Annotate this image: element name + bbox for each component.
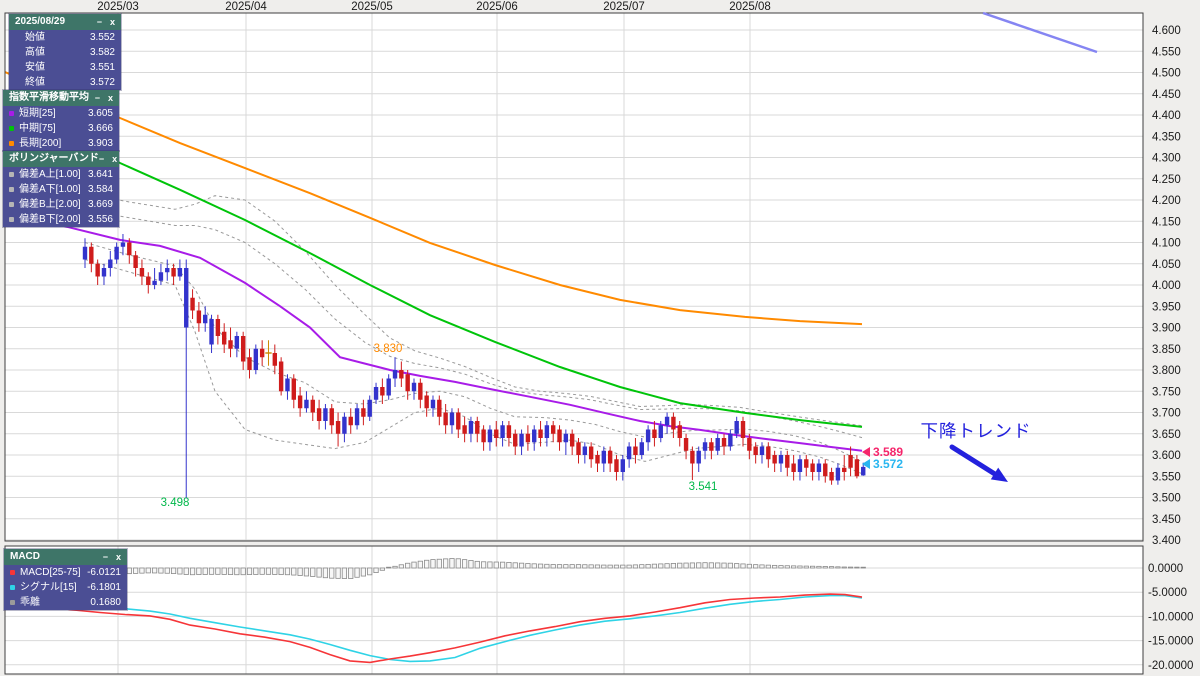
price-label: 3.750	[1152, 386, 1181, 398]
month-label: 2025/06	[476, 1, 518, 13]
price-label: 4.550	[1152, 46, 1181, 58]
boll-a-upper-row: 偏差A上[1.00] 3.641	[3, 167, 119, 182]
bollinger-panel-header[interactable]: ボリンジャーバンド − x	[3, 151, 119, 167]
price-label: 3.500	[1152, 493, 1181, 505]
price-label: 4.450	[1152, 89, 1181, 101]
minimize-icon[interactable]: −	[97, 18, 102, 27]
macd-axis-label: -5.0000	[1148, 587, 1187, 599]
ohlc-close-row: 終値 3.572	[9, 75, 121, 90]
macd-panel-header[interactable]: MACD − x	[4, 549, 127, 565]
price-label: 3.600	[1152, 450, 1181, 462]
price-label: 3.700	[1152, 408, 1181, 420]
series-color-dot	[9, 217, 14, 222]
ohlc-low-row: 安値 3.551	[9, 60, 121, 75]
downtrend-label: 下降トレンド	[921, 421, 1032, 441]
minimize-icon[interactable]: −	[95, 94, 100, 103]
july-low-label: 3.541	[689, 481, 718, 493]
price-label: 4.500	[1152, 68, 1181, 80]
series-color-dot	[9, 141, 14, 146]
macd-axis-label: -15.0000	[1148, 636, 1193, 648]
price-label: 3.800	[1152, 365, 1181, 377]
month-label: 2025/07	[603, 1, 645, 13]
series-color-dot	[9, 111, 14, 116]
price-label: 3.650	[1152, 429, 1181, 441]
price-label: 4.250	[1152, 174, 1181, 186]
macd-panel-title: MACD	[10, 552, 103, 562]
month-label: 2025/03	[97, 1, 139, 13]
price-label: 4.050	[1152, 259, 1181, 271]
macd-panel: MACD − x MACD[25-75] -6.0121 シグナル[15] -6…	[4, 549, 127, 610]
price-label: 4.350	[1152, 131, 1181, 143]
ema-panel-header[interactable]: 指数平滑移動平均 − x	[3, 90, 119, 106]
series-color-dot	[10, 570, 15, 575]
ema-long-row: 長期[200] 3.903	[3, 136, 119, 151]
series-color-dot	[9, 172, 14, 177]
ohlc-panel-header[interactable]: 2025/08/29 − x	[9, 14, 121, 30]
month-label: 2025/05	[351, 1, 393, 13]
price-label: 3.950	[1152, 301, 1181, 313]
price-label: 3.550	[1152, 471, 1181, 483]
boll-b-upper-row: 偏差B上[2.00] 3.669	[3, 197, 119, 212]
macd-axis-label: -20.0000	[1148, 660, 1193, 672]
macd-divergence-row: 乖離 0.1680	[4, 595, 127, 610]
ema-short-row: 短期[25] 3.605	[3, 106, 119, 121]
series-color-dot	[9, 187, 14, 192]
price-label: 4.200	[1152, 195, 1181, 207]
chart-app: 2025/03 2025/04 2025/05 2025/06 2025/07 2025/…	[0, 0, 1200, 676]
price-label: 3.450	[1152, 514, 1181, 526]
boll-b-lower-row: 偏差B下[2.00] 3.556	[3, 212, 119, 227]
price-label: 3.900	[1152, 323, 1181, 335]
bollinger-panel-title: ボリンジャーバンド	[9, 154, 99, 164]
price-chart-canvas[interactable]: 2025/03 2025/04 2025/05 2025/06 2025/07 2025/…	[0, 0, 1200, 676]
series-color-dot	[10, 600, 15, 605]
ema-mid-row: 中期[75] 3.666	[3, 121, 119, 136]
series-color-dot	[10, 585, 15, 590]
ohlc-panel: 2025/08/29 − x 始値 3.552 高値 3.582 安値 3.55…	[9, 14, 121, 90]
price-label: 4.300	[1152, 153, 1181, 165]
macd-axis-label: -10.0000	[1148, 611, 1193, 623]
ohlc-open-row: 始値 3.552	[9, 30, 121, 45]
price-label: 4.400	[1152, 110, 1181, 122]
price-label: 4.100	[1152, 238, 1181, 250]
minimize-icon[interactable]: −	[103, 553, 108, 562]
series-color-dot	[9, 202, 14, 207]
close-icon[interactable]: x	[112, 155, 117, 164]
price-label: 3.400	[1152, 535, 1181, 547]
minimize-icon[interactable]: −	[99, 155, 104, 164]
close-icon[interactable]: x	[110, 18, 115, 27]
crash-low-label: 3.498	[161, 497, 190, 509]
ema-panel: 指数平滑移動平均 − x 短期[25] 3.605 中期[75] 3.666 長…	[3, 90, 119, 151]
bollinger-panel: ボリンジャーバンド − x 偏差A上[1.00] 3.641 偏差A下[1.00…	[3, 151, 119, 227]
price-label: 4.000	[1152, 280, 1181, 292]
boll-a-lower-row: 偏差A下[1.00] 3.584	[3, 182, 119, 197]
macd-signal-row: シグナル[15] -6.1801	[4, 580, 127, 595]
macd-axis-label: 0.0000	[1148, 563, 1183, 575]
ohlc-high-row: 高値 3.582	[9, 45, 121, 60]
series-color-dot	[9, 126, 14, 131]
ema-panel-title: 指数平滑移動平均	[9, 93, 95, 103]
close-icon[interactable]: x	[108, 94, 113, 103]
macd-line-row: MACD[25-75] -6.0121	[4, 565, 127, 580]
month-label: 2025/04	[225, 1, 267, 13]
swing-high-label: 3.830	[374, 343, 403, 355]
month-label: 2025/08	[729, 1, 771, 13]
close-icon[interactable]: x	[116, 553, 121, 562]
price-label: 4.600	[1152, 25, 1181, 37]
ohlc-panel-title: 2025/08/29	[15, 17, 97, 27]
price-label: 4.150	[1152, 216, 1181, 228]
price-marker-label: 3.572	[873, 457, 903, 471]
price-label: 3.850	[1152, 344, 1181, 356]
